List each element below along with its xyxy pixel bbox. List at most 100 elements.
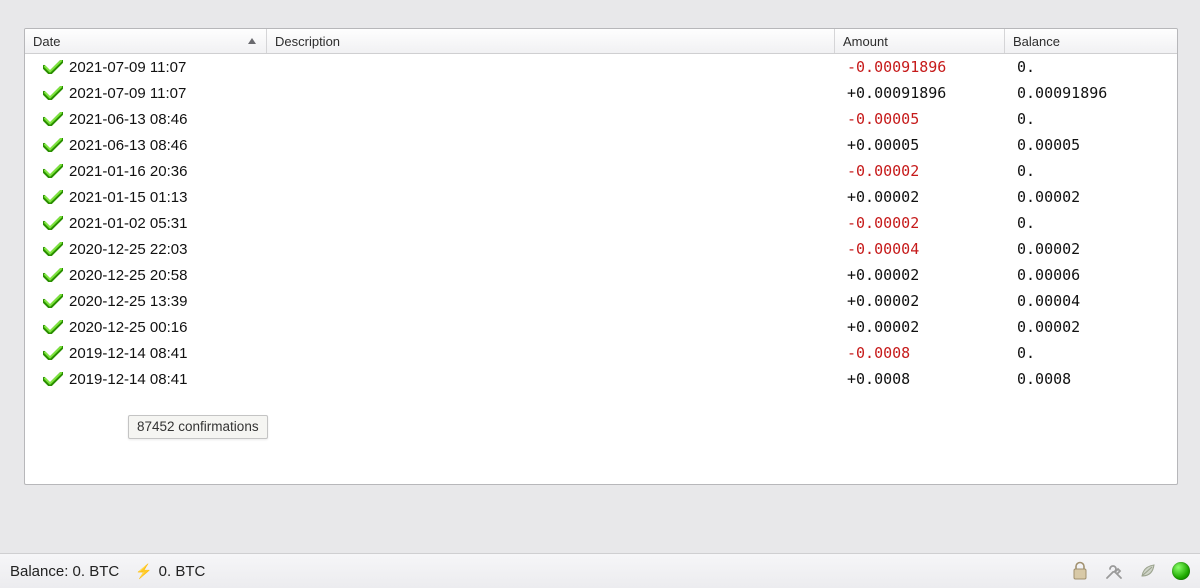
date-text: 2020-12-25 22:03 [69, 241, 187, 258]
cell-amount: -0.00005 [835, 106, 1005, 132]
lightning-icon: ⚡ [135, 563, 152, 580]
cell-amount: +0.00002 [835, 184, 1005, 210]
lock-icon[interactable] [1070, 561, 1090, 581]
checkmark-icon [43, 294, 63, 308]
table-row[interactable]: 2021-06-13 08:46 -0.000050. [25, 106, 1177, 132]
checkmark-icon [43, 164, 63, 178]
cell-balance: 0.00002 [1005, 184, 1177, 210]
status-icons [1070, 561, 1190, 581]
cell-balance: 0.00091896 [1005, 80, 1177, 106]
cell-description [267, 80, 835, 106]
balance-label: Balance: 0. BTC [0, 563, 119, 580]
cell-description [267, 132, 835, 158]
cell-description [267, 262, 835, 288]
status-bar: Balance: 0. BTC ⚡ 0. BTC [0, 553, 1200, 588]
cell-amount: +0.00005 [835, 132, 1005, 158]
checkmark-icon [43, 86, 63, 100]
column-label: Description [275, 34, 340, 49]
cell-amount: +0.00002 [835, 314, 1005, 340]
checkmark-icon [43, 216, 63, 230]
table-row[interactable]: 2020-12-25 20:58 +0.000020.00006 [25, 262, 1177, 288]
table-header-row: Date Description Amount Balance [25, 29, 1177, 54]
checkmark-icon [43, 190, 63, 204]
cell-amount: +0.0008 [835, 366, 1005, 392]
table-row[interactable]: 2021-07-09 11:07 -0.000918960. [25, 54, 1177, 80]
checkmark-icon [43, 60, 63, 74]
checkmark-icon [43, 346, 63, 360]
cell-description [267, 210, 835, 236]
cell-date: 2020-12-25 22:03 [25, 236, 267, 262]
cell-date: 2021-06-13 08:46 [25, 132, 267, 158]
column-header-amount[interactable]: Amount [835, 29, 1005, 53]
lightning-value: 0. BTC [159, 563, 206, 580]
table-row[interactable]: 2021-01-16 20:36-0.000020. [25, 158, 1177, 184]
table-row[interactable]: 2021-07-09 11:07+0.000918960.00091896 [25, 80, 1177, 106]
seed-icon[interactable] [1138, 561, 1158, 581]
table-row[interactable]: 2021-01-15 01:13 +0.000020.00002 [25, 184, 1177, 210]
cell-balance: 0. [1005, 106, 1177, 132]
table-row[interactable]: 2020-12-25 22:03-0.000040.00002 [25, 236, 1177, 262]
cell-balance: 0.00004 [1005, 288, 1177, 314]
cell-date: 2021-07-09 11:07 [25, 80, 267, 106]
table-row[interactable]: 2019-12-14 08:41 +0.00080.0008 [25, 366, 1177, 392]
balance-label-text: Balance: [10, 563, 68, 580]
table-row[interactable]: 2020-12-25 13:39 +0.000020.00004 [25, 288, 1177, 314]
checkmark-icon [43, 320, 63, 334]
balance-value: 0. BTC [73, 563, 120, 580]
cell-balance: 0. [1005, 158, 1177, 184]
cell-date: 2021-07-09 11:07 [25, 54, 267, 80]
cell-balance: 0.00006 [1005, 262, 1177, 288]
checkmark-icon [43, 372, 63, 386]
date-text: 2021-06-13 08:46 [69, 137, 187, 154]
cell-balance: 0. [1005, 340, 1177, 366]
cell-amount: +0.00002 [835, 288, 1005, 314]
cell-balance: 0.0008 [1005, 366, 1177, 392]
date-text: 2020-12-25 00:16 [69, 319, 187, 336]
cell-description [267, 236, 835, 262]
cell-date: 2021-01-02 05:31 [25, 210, 267, 236]
column-label: Amount [843, 34, 888, 49]
date-text: 2020-12-25 20:58 [69, 267, 187, 284]
table-row[interactable]: 2021-06-13 08:46+0.000050.00005 [25, 132, 1177, 158]
date-text: 2021-07-09 11:07 [69, 59, 186, 76]
network-status-icon[interactable] [1172, 562, 1190, 580]
table-body: 2021-07-09 11:07-0.000918960. 2021-07-09… [25, 54, 1177, 392]
date-text: 2021-01-15 01:13 [69, 189, 187, 206]
cell-date: 2021-01-15 01:13 [25, 184, 267, 210]
cell-balance: 0.00002 [1005, 314, 1177, 340]
cell-date: 2019-12-14 08:41 [25, 366, 267, 392]
cell-description [267, 54, 835, 80]
tools-icon[interactable] [1104, 561, 1124, 581]
cell-balance: 0. [1005, 210, 1177, 236]
cell-description [267, 184, 835, 210]
window-frame: Date Description Amount Balance 2021-07-… [10, 0, 1190, 540]
cell-amount: -0.00004 [835, 236, 1005, 262]
date-text: 2020-12-25 13:39 [69, 293, 187, 310]
table-row[interactable]: 2021-01-02 05:31 -0.000020. [25, 210, 1177, 236]
column-header-balance[interactable]: Balance [1005, 29, 1177, 53]
table-row[interactable]: 2019-12-14 08:41 -0.00080. [25, 340, 1177, 366]
cell-date: 2019-12-14 08:41 [25, 340, 267, 366]
cell-balance: 0. [1005, 54, 1177, 80]
column-header-description[interactable]: Description [267, 29, 835, 53]
column-label: Balance [1013, 34, 1060, 49]
cell-description [267, 106, 835, 132]
cell-amount: -0.00091896 [835, 54, 1005, 80]
date-text: 2021-01-16 20:36 [69, 163, 187, 180]
checkmark-icon [43, 138, 63, 152]
cell-description [267, 314, 835, 340]
cell-date: 2020-12-25 00:16 [25, 314, 267, 340]
checkmark-icon [43, 268, 63, 282]
lightning-balance: ⚡ 0. BTC [135, 563, 205, 580]
cell-description [267, 340, 835, 366]
table-row[interactable]: 2020-12-25 00:16 +0.000020.00002 [25, 314, 1177, 340]
cell-description [267, 288, 835, 314]
date-text: 2021-06-13 08:46 [69, 111, 187, 128]
cell-amount: -0.00002 [835, 210, 1005, 236]
column-header-date[interactable]: Date [25, 29, 267, 53]
checkmark-icon [43, 242, 63, 256]
cell-amount: -0.0008 [835, 340, 1005, 366]
cell-date: 2021-01-16 20:36 [25, 158, 267, 184]
cell-date: 2021-06-13 08:46 [25, 106, 267, 132]
cell-amount: +0.00002 [835, 262, 1005, 288]
